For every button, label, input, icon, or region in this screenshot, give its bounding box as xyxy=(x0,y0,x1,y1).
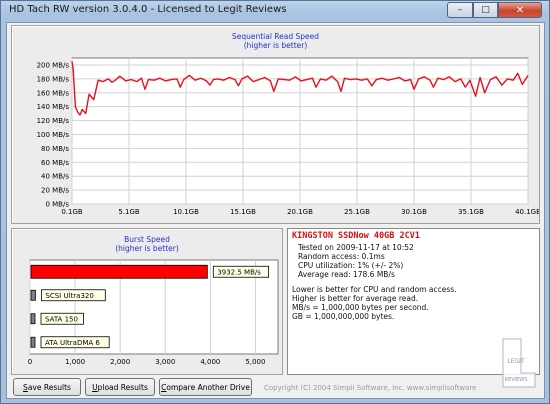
window-title: HD Tach RW version 3.0.4.0 - Licensed to… xyxy=(9,4,287,15)
x-tick-label: 25.1GB xyxy=(344,208,370,216)
y-tick-label: 120 MB/s xyxy=(37,117,70,125)
x-tick-label: 10.1GB xyxy=(173,208,199,216)
x-tick-label: 3,000 xyxy=(155,358,175,366)
note-line: Lower is better for CPU and random acces… xyxy=(292,285,457,294)
x-tick-label: 35.1GB xyxy=(458,208,484,216)
note-line: Higher is better for average read. xyxy=(292,294,419,303)
y-tick-label: 40 MB/s xyxy=(41,173,69,181)
burst-bar xyxy=(30,289,36,301)
application-window: HD Tach RW version 3.0.4.0 - Licensed to… xyxy=(0,0,550,404)
close-icon: ✕ xyxy=(515,4,525,16)
random-access-text: Random access: 0.1ms xyxy=(298,252,385,261)
average-read-text: Average read: 178.6 MB/s xyxy=(298,270,395,279)
x-tick-label: 2,000 xyxy=(110,358,130,366)
sequential-read-chart: 0 MB/s20 MB/s40 MB/s60 MB/s80 MB/s100 MB… xyxy=(37,57,539,216)
x-tick-label: 40.1GB xyxy=(515,208,539,216)
x-tick-label: 0 xyxy=(28,358,32,366)
burst-bar xyxy=(30,313,36,325)
x-tick-label: 0.1GB xyxy=(61,208,83,216)
close-button[interactable]: ✕ xyxy=(498,2,542,18)
x-tick-label: 5,000 xyxy=(245,358,265,366)
y-tick-label: 100 MB/s xyxy=(37,131,70,139)
watermark-line2: REVIEWS xyxy=(505,377,528,383)
compare-drive-button[interactable]: Compare Another Drive xyxy=(159,378,252,396)
burst-speed-panel: Burst Speed (higher is better) 0 1,000 2,0… xyxy=(11,228,283,375)
bar-label: SCSI Ultra320 xyxy=(45,292,93,300)
upload-label: pload Results xyxy=(97,382,148,392)
y-tick-label: 60 MB/s xyxy=(41,159,69,167)
bar-label: SATA 150 xyxy=(45,315,78,323)
y-tick-label: 20 MB/s xyxy=(41,187,69,195)
bar-label: ATA UltraDMA 6 xyxy=(45,339,100,347)
y-tick-label: 80 MB/s xyxy=(41,145,69,153)
y-tick-label: 180 MB/s xyxy=(37,75,70,83)
x-tick-label: 20.1GB xyxy=(287,208,313,216)
tested-on-text: Tested on 2009-11-17 at 10:52 xyxy=(298,243,414,252)
minimize-button[interactable]: – xyxy=(447,2,473,18)
burst-bar xyxy=(30,264,208,279)
title-bar[interactable]: HD Tach RW version 3.0.4.0 - Licensed to… xyxy=(1,1,549,21)
x-tick-label: 30.1GB xyxy=(401,208,427,216)
legit-reviews-logo: LEGIT REVIEWS xyxy=(502,338,536,388)
y-tick-label: 140 MB/s xyxy=(37,103,70,111)
save-label: ave Results xyxy=(27,382,71,392)
x-tick-label: 4,000 xyxy=(200,358,220,366)
copyright-text: Copyright (C) 2004 Simpli Software, Inc.… xyxy=(264,384,477,392)
cpu-utilization-text: CPU utilization: 1% (+/- 2%) xyxy=(298,261,404,270)
compare-label: ompare Another Drive xyxy=(166,382,250,392)
sequential-read-panel: Sequential Read Speed (higher is better)… xyxy=(11,25,540,224)
burst-speed-chart: 0 1,000 2,000 3,000 4,000 5,000 3932.5 MB/s SCS… xyxy=(28,259,279,366)
maximize-icon: □ xyxy=(481,5,490,15)
client-area: Sequential Read Speed (higher is better)… xyxy=(6,22,545,399)
x-tick-label: 15.1GB xyxy=(230,208,256,216)
note-line: GB = 1,000,000,000 bytes. xyxy=(292,312,395,321)
burst-bar xyxy=(30,336,36,348)
watermark-line1: LEGIT xyxy=(507,358,525,365)
upload-results-button[interactable]: Upload Results xyxy=(85,378,155,396)
y-tick-label: 200 MB/s xyxy=(37,61,70,69)
x-tick-label: 5.1GB xyxy=(118,208,140,216)
drive-name: KINGSTON SSDNow 40GB 2CV1 xyxy=(292,231,420,241)
note-line: MB/s = 1,000,000 bytes per second. xyxy=(292,303,429,312)
maximize-button[interactable]: □ xyxy=(473,2,498,18)
bar-label: 3932.5 MB/s xyxy=(217,268,261,276)
x-tick-label: 1,000 xyxy=(65,358,85,366)
minimize-icon: – xyxy=(457,5,463,15)
y-tick-label: 160 MB/s xyxy=(37,89,70,97)
save-results-button[interactable]: Save Results xyxy=(13,378,81,396)
